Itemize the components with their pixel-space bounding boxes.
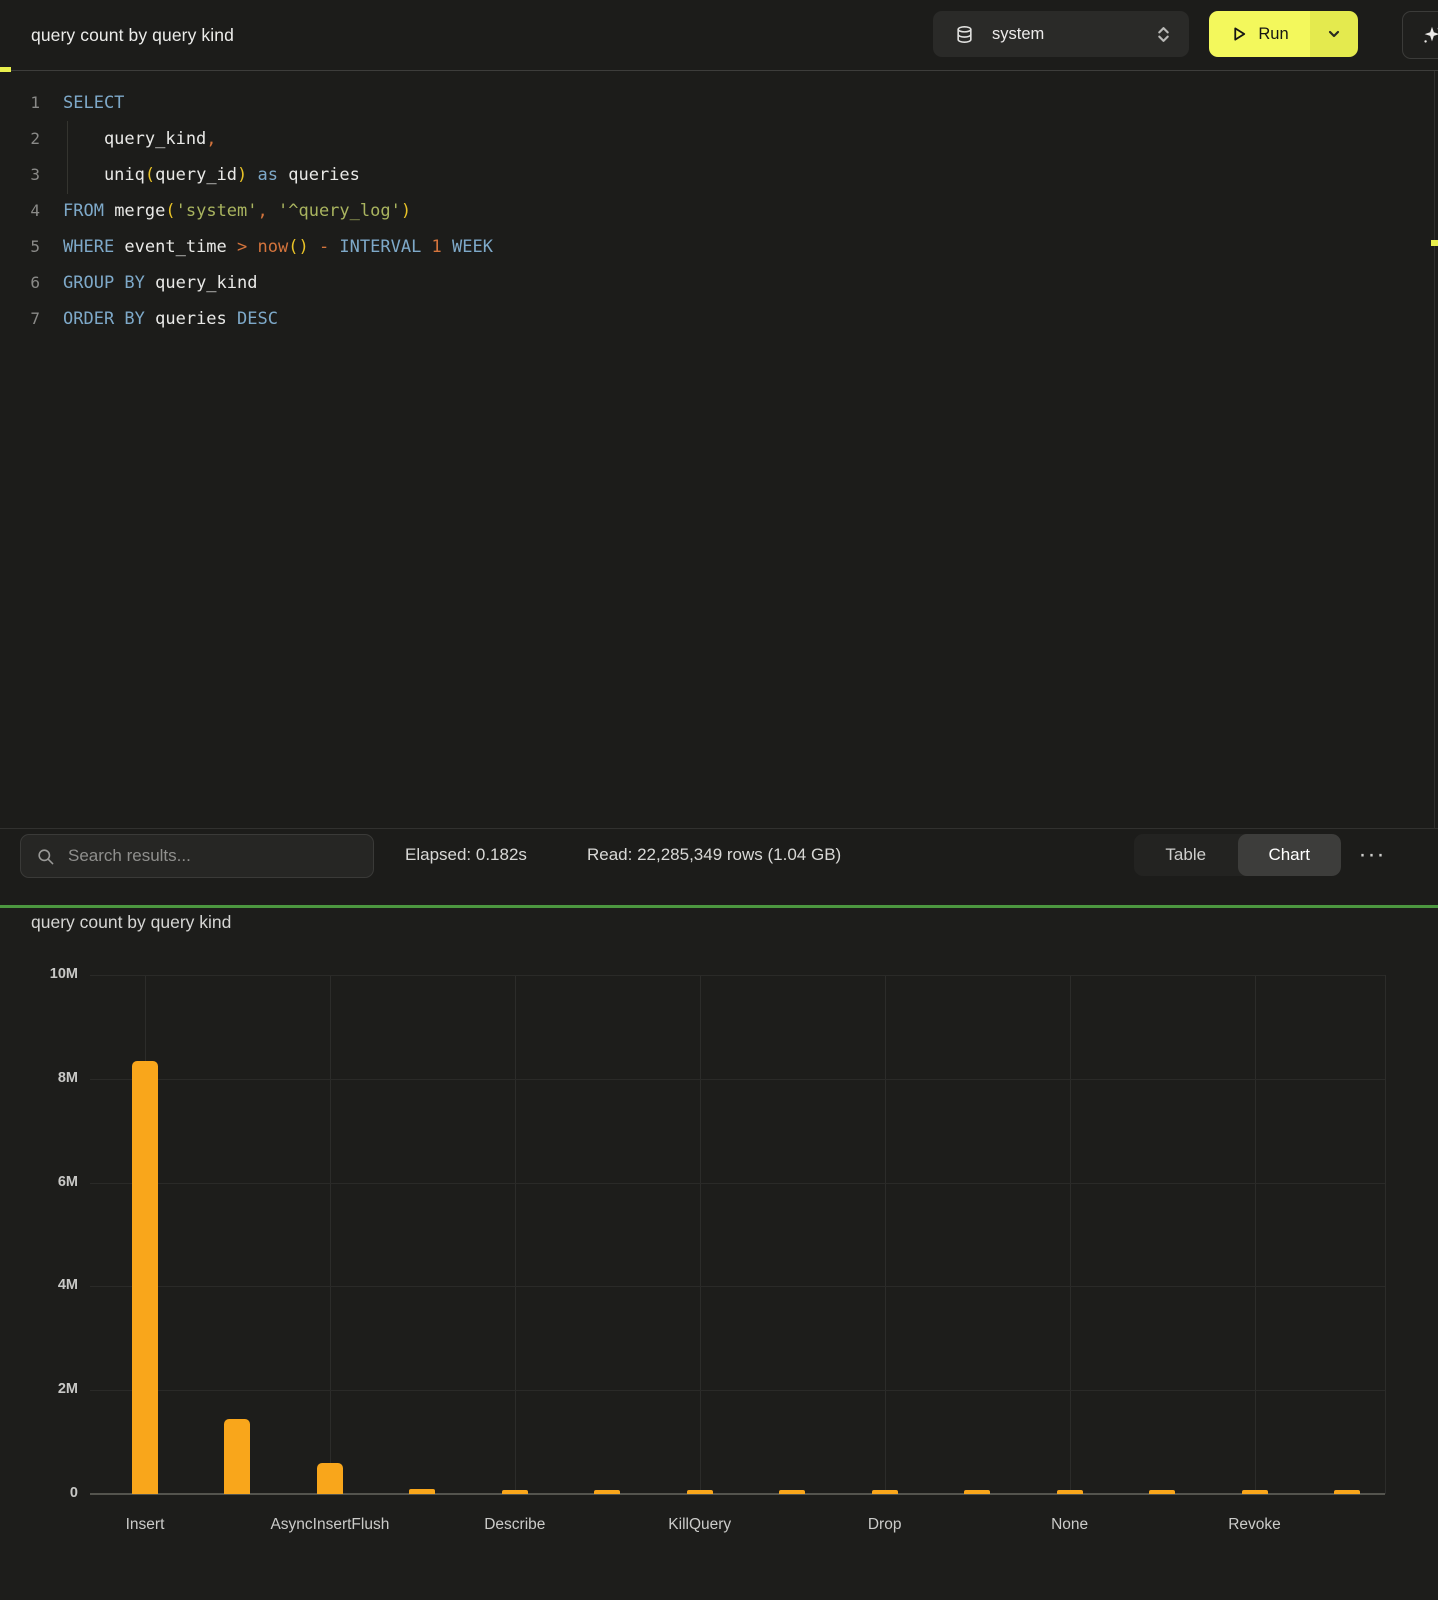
code-line: 1 SELECT xyxy=(0,85,1438,121)
bar xyxy=(1334,1490,1360,1494)
line-number: 5 xyxy=(0,229,40,265)
sql-editor[interactable]: 1SELECT2 query_kind,3 uniq(query_id) as … xyxy=(0,71,1438,828)
bar xyxy=(779,1490,805,1494)
elapsed-stat: Elapsed: 0.182s xyxy=(405,829,527,881)
x-gridline xyxy=(90,1183,1385,1184)
table-chart-toggle: TableChart xyxy=(1134,834,1341,876)
bar xyxy=(687,1490,713,1494)
y-gridline xyxy=(515,975,516,1494)
code-text: uniq(query_id) as queries xyxy=(63,157,360,193)
y-tick-label: 4M xyxy=(18,1277,78,1293)
bar xyxy=(224,1419,250,1494)
bar xyxy=(1057,1490,1083,1494)
line-number: 4 xyxy=(0,193,40,229)
database-icon xyxy=(955,25,974,44)
run-button-group: Run xyxy=(1209,11,1358,57)
x-gridline xyxy=(90,1079,1385,1080)
y-tick-label: 10M xyxy=(18,966,78,982)
updown-chevron-icon xyxy=(1156,25,1171,44)
sparkle-icon xyxy=(1421,24,1438,46)
query-title: query count by query kind xyxy=(31,0,234,70)
ai-assistant-button[interactable] xyxy=(1402,11,1438,59)
y-tick-label: 0 xyxy=(18,1485,78,1501)
code-line: 7 ORDER BY queries DESC xyxy=(0,301,1438,337)
y-gridline xyxy=(885,975,886,1494)
query-header: query count by query kind system Run xyxy=(0,0,1438,71)
toggle-table[interactable]: Table xyxy=(1134,834,1238,876)
editor-cursor-marker xyxy=(1431,240,1438,246)
bar xyxy=(502,1490,528,1494)
x-tick-label: None xyxy=(980,1516,1160,1534)
bar xyxy=(1149,1490,1175,1494)
chart-panel: query count by query kind 02M4M6M8M10MIn… xyxy=(0,908,1438,1600)
line-number: 6 xyxy=(0,265,40,301)
x-tick-label: Describe xyxy=(425,1516,605,1534)
toggle-chart[interactable]: Chart xyxy=(1238,834,1342,876)
code-line: 6 GROUP BY query_kind xyxy=(0,265,1438,301)
play-icon xyxy=(1230,25,1248,43)
x-gridline xyxy=(90,1390,1385,1391)
y-gridline xyxy=(1385,975,1386,1494)
code-line: 3 uniq(query_id) as queries xyxy=(0,157,1438,193)
bar-chart: 0 2M 4M 6M 8M 10M Insert AsyncInsertFlush Descri… xyxy=(0,908,1438,1600)
bar xyxy=(317,1463,343,1494)
results-toolbar: Elapsed: 0.182s Read: 22,285,349 rows (1… xyxy=(0,828,1438,906)
x-tick-label: Insert xyxy=(55,1516,235,1534)
code-text: GROUP BY query_kind xyxy=(63,265,257,301)
line-number: 3 xyxy=(0,157,40,193)
x-gridline xyxy=(90,975,1385,976)
bar xyxy=(872,1490,898,1494)
y-gridline xyxy=(700,975,701,1494)
x-axis-line xyxy=(90,1493,1385,1495)
x-tick-label: Drop xyxy=(795,1516,975,1534)
code-text: FROM merge('system', '^query_log') xyxy=(63,193,411,229)
y-gridline xyxy=(330,975,331,1494)
run-options-button[interactable] xyxy=(1310,11,1358,57)
indent-guide xyxy=(67,121,68,194)
y-tick-label: 6M xyxy=(18,1174,78,1190)
bar xyxy=(1242,1490,1268,1494)
code-line: 2 query_kind, xyxy=(0,121,1438,157)
code-text: WHERE event_time > now() - INTERVAL 1 WE… xyxy=(63,229,493,265)
y-gridline xyxy=(1255,975,1256,1494)
x-tick-label: KillQuery xyxy=(610,1516,790,1534)
y-tick-label: 8M xyxy=(18,1070,78,1086)
search-results-input[interactable] xyxy=(66,845,360,867)
x-tick-label: AsyncInsertFlush xyxy=(240,1516,420,1534)
line-number: 1 xyxy=(0,85,40,121)
active-tab-indicator xyxy=(0,67,11,72)
x-tick-label: Revoke xyxy=(1165,1516,1345,1534)
more-options-button[interactable]: ··· xyxy=(1352,834,1392,876)
code-text: ORDER BY queries DESC xyxy=(63,301,278,337)
sql-editor-lines: 1SELECT2 query_kind,3 uniq(query_id) as … xyxy=(0,85,1438,337)
bar xyxy=(594,1490,620,1494)
x-gridline xyxy=(90,1286,1385,1287)
run-button-label: Run xyxy=(1258,25,1288,44)
database-selector[interactable]: system xyxy=(933,11,1189,57)
code-text: query_kind, xyxy=(63,121,217,157)
bar xyxy=(132,1061,158,1494)
y-tick-label: 2M xyxy=(18,1381,78,1397)
line-number: 7 xyxy=(0,301,40,337)
code-text: SELECT xyxy=(63,85,124,121)
code-line: 5 WHERE event_time > now() - INTERVAL 1 W… xyxy=(0,229,1438,265)
read-stat: Read: 22,285,349 rows (1.04 GB) xyxy=(587,829,841,881)
line-number: 2 xyxy=(0,121,40,157)
editor-overview-ruler xyxy=(1434,71,1435,828)
code-line: 4 FROM merge('system', '^query_log') xyxy=(0,193,1438,229)
chevron-down-icon xyxy=(1327,27,1341,41)
y-gridline xyxy=(1070,975,1071,1494)
search-icon xyxy=(36,847,55,866)
database-selector-value: system xyxy=(992,25,1156,44)
run-button[interactable]: Run xyxy=(1209,11,1310,57)
bar xyxy=(409,1489,435,1494)
bar xyxy=(964,1490,990,1494)
search-results-box[interactable] xyxy=(20,834,374,878)
